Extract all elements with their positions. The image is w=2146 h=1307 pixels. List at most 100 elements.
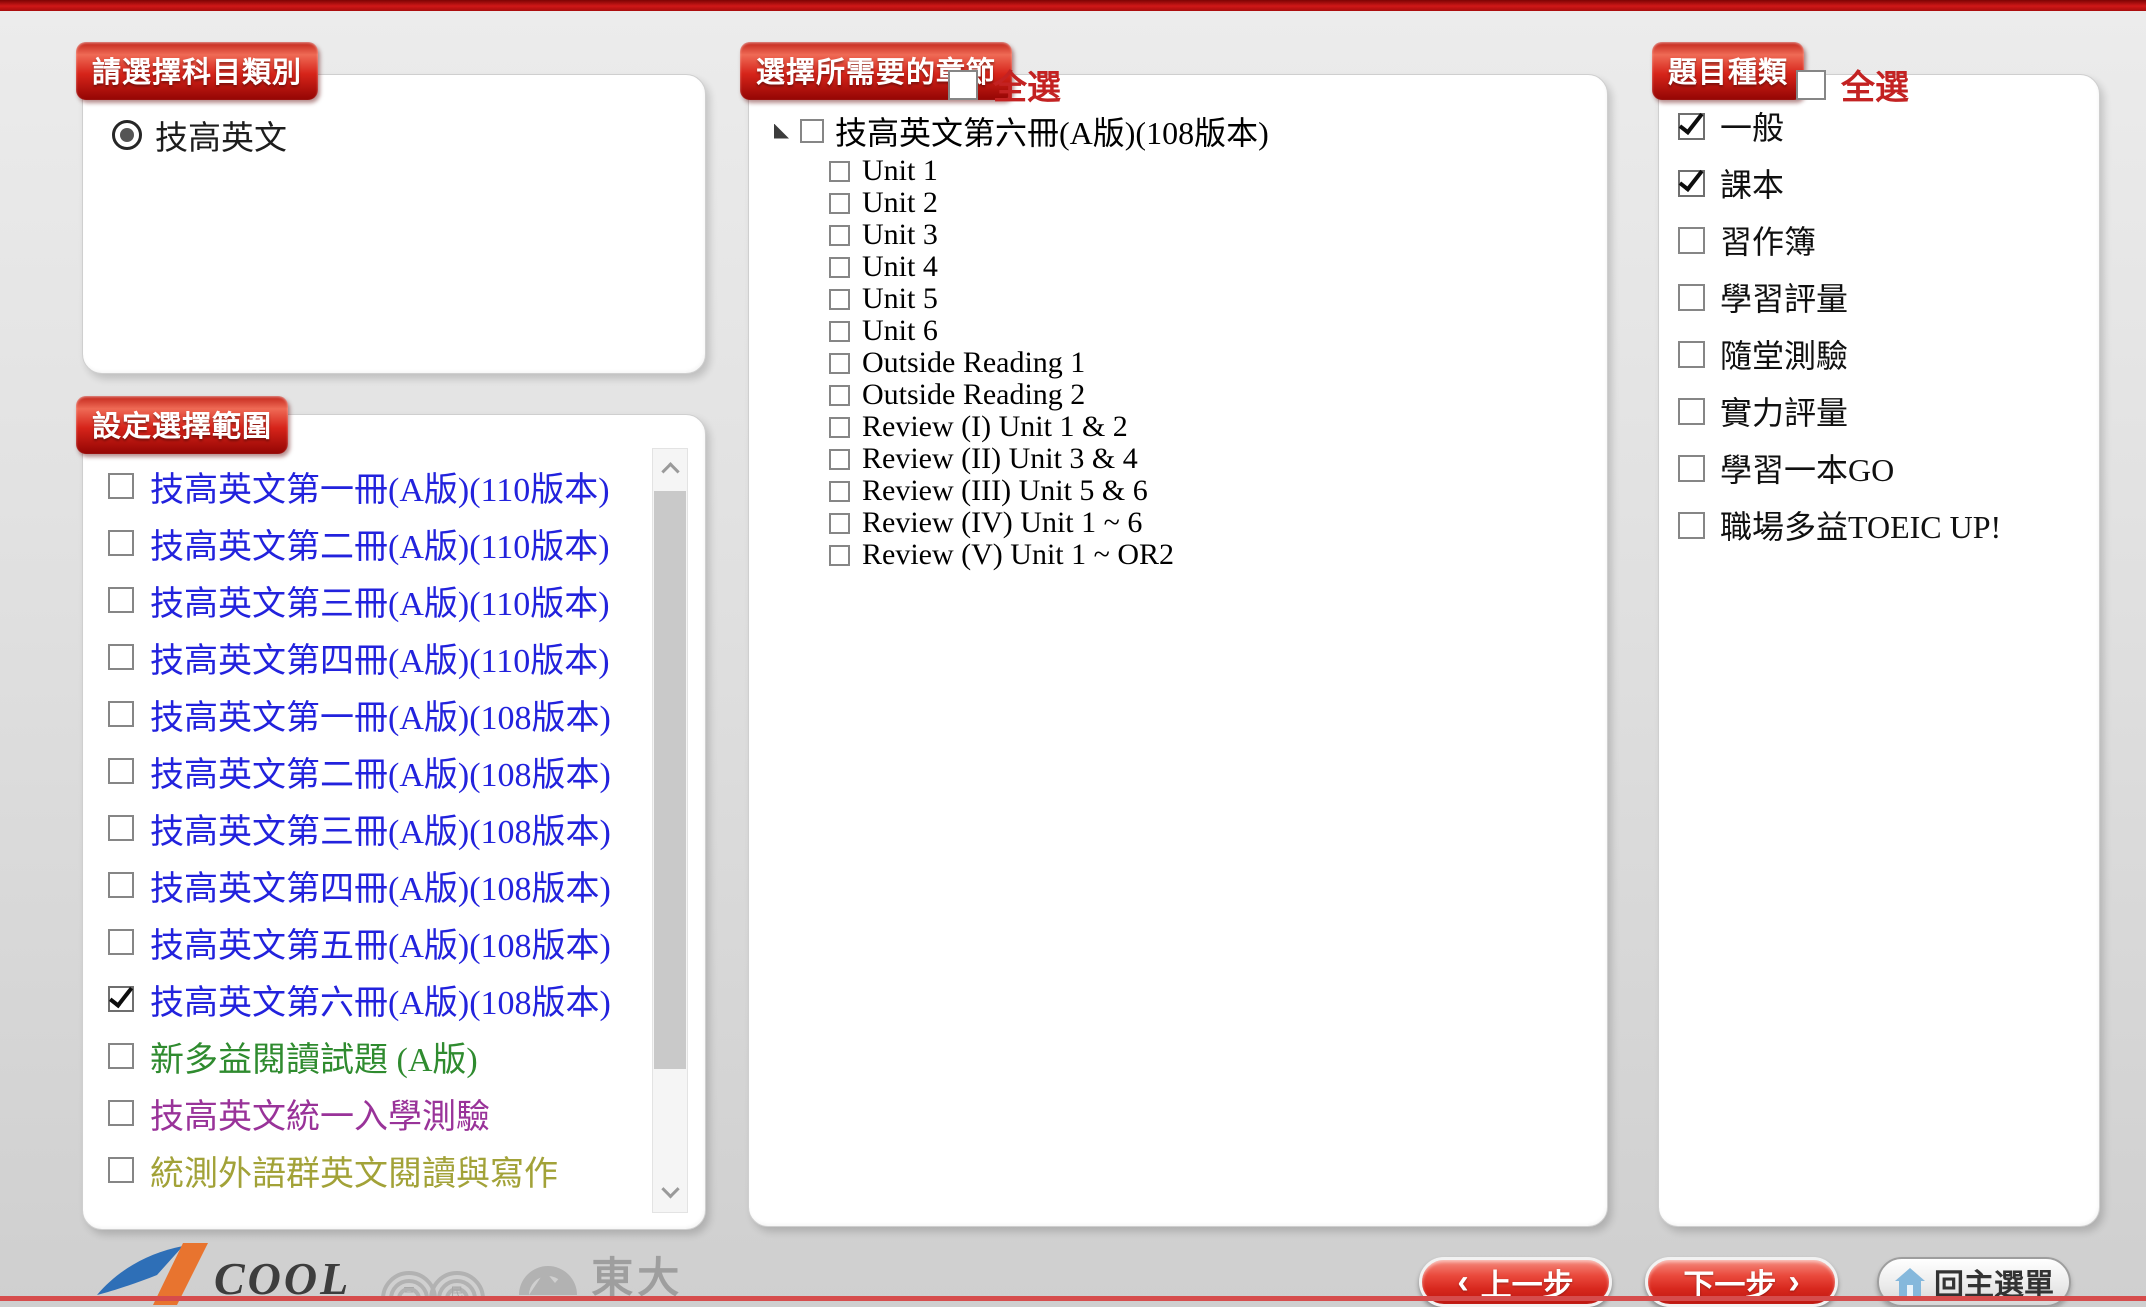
range-item-checkbox[interactable] xyxy=(108,929,134,955)
chapter-item-label: Unit 5 xyxy=(862,282,938,316)
chapter-root-checkbox[interactable] xyxy=(800,119,824,143)
range-item[interactable]: 技高英文統一入學測驗 xyxy=(108,1093,611,1133)
range-item-checkbox[interactable] xyxy=(108,758,134,784)
range-item[interactable]: 統測外語群英文閱讀與寫作 xyxy=(108,1150,611,1190)
chapter-item-checkbox[interactable] xyxy=(829,545,850,566)
dongda-logo-icon xyxy=(515,1249,581,1299)
range-item[interactable]: 技高英文第二冊(A版)(108版本) xyxy=(108,751,611,791)
range-item[interactable]: 技高英文第六冊(A版)(108版本) xyxy=(108,979,611,1019)
chapter-item-label: Review (V) Unit 1 ~ OR2 xyxy=(862,538,1174,572)
chapter-item[interactable]: Review (III) Unit 5 & 6 xyxy=(829,475,1269,507)
chapter-item-checkbox[interactable] xyxy=(829,289,850,310)
type-item[interactable]: 學習一本GO xyxy=(1678,448,2001,488)
type-item[interactable]: 隨堂測驗 xyxy=(1678,334,2001,374)
range-item-checkbox[interactable] xyxy=(108,872,134,898)
types-select-all[interactable]: 全選 xyxy=(1796,60,1909,109)
chapter-item[interactable]: Outside Reading 2 xyxy=(829,379,1269,411)
type-item[interactable]: 實力評量 xyxy=(1678,391,2001,431)
type-item[interactable]: 學習評量 xyxy=(1678,277,2001,317)
range-item-checkbox[interactable] xyxy=(108,473,134,499)
types-select-all-checkbox[interactable] xyxy=(1796,70,1826,100)
chapter-item[interactable]: Review (I) Unit 1 & 2 xyxy=(829,411,1269,443)
chapter-select-all-checkbox[interactable] xyxy=(948,70,978,100)
range-item-checkbox[interactable] xyxy=(108,1043,134,1069)
range-item-checkbox[interactable] xyxy=(108,644,134,670)
chapter-item[interactable]: Unit 2 xyxy=(829,187,1269,219)
chapter-item-checkbox[interactable] xyxy=(829,353,850,374)
subject-radio[interactable] xyxy=(112,120,142,150)
type-item[interactable]: 一般 xyxy=(1678,106,2001,146)
range-item[interactable]: 技高英文第二冊(A版)(110版本) xyxy=(108,523,611,563)
chapter-item-checkbox[interactable] xyxy=(829,449,850,470)
range-item-checkbox[interactable] xyxy=(108,986,134,1012)
type-item-checkbox[interactable] xyxy=(1678,284,1705,311)
type-item-checkbox[interactable] xyxy=(1678,227,1705,254)
range-item[interactable]: 技高英文第三冊(A版)(110版本) xyxy=(108,580,611,620)
chapter-item-checkbox[interactable] xyxy=(829,417,850,438)
type-item[interactable]: 習作簿 xyxy=(1678,220,2001,260)
range-item-checkbox[interactable] xyxy=(108,530,134,556)
scrollbar-up-button[interactable] xyxy=(653,449,687,487)
subject-panel-header: 請選擇科目類別 xyxy=(76,42,318,100)
chapter-item-checkbox[interactable] xyxy=(829,481,850,502)
scrollbar-thumb[interactable] xyxy=(654,491,686,1069)
range-item[interactable]: 新多益閱讀試題 (A版) xyxy=(108,1036,611,1076)
chapter-item-checkbox[interactable] xyxy=(829,385,850,406)
type-item-checkbox[interactable] xyxy=(1678,398,1705,425)
chapter-item-label: Unit 1 xyxy=(862,154,938,188)
chapter-select-all-label: 全選 xyxy=(993,60,1061,109)
chapter-tree-root[interactable]: 技高英文第六冊(A版)(108版本) xyxy=(774,112,1269,150)
type-item-label: 實力評量 xyxy=(1720,388,1848,434)
chapter-item-label: Unit 6 xyxy=(862,314,938,348)
chapter-item[interactable]: Unit 5 xyxy=(829,283,1269,315)
chapter-item[interactable]: Unit 1 xyxy=(829,155,1269,187)
range-panel-header: 設定選擇範圍 xyxy=(76,396,288,454)
range-item[interactable]: 技高英文第一冊(A版)(108版本) xyxy=(108,694,611,734)
type-item[interactable]: 課本 xyxy=(1678,163,2001,203)
tree-expanded-icon[interactable] xyxy=(774,124,789,139)
range-item-label: 統測外語群英文閱讀與寫作 xyxy=(150,1146,558,1195)
chapter-item[interactable]: Unit 3 xyxy=(829,219,1269,251)
range-item-checkbox[interactable] xyxy=(108,1157,134,1183)
range-item-label: 技高英文第四冊(A版)(108版本) xyxy=(150,861,611,910)
type-item-checkbox[interactable] xyxy=(1678,341,1705,368)
range-item-checkbox[interactable] xyxy=(108,701,134,727)
chapter-item[interactable]: Outside Reading 1 xyxy=(829,347,1269,379)
chapter-item[interactable]: Review (V) Unit 1 ~ OR2 xyxy=(829,539,1269,571)
chapter-item[interactable]: Unit 4 xyxy=(829,251,1269,283)
range-item-checkbox[interactable] xyxy=(108,587,134,613)
chapter-item[interactable]: Unit 6 xyxy=(829,315,1269,347)
range-item[interactable]: 技高英文第一冊(A版)(110版本) xyxy=(108,466,611,506)
chapter-item-checkbox[interactable] xyxy=(829,225,850,246)
range-item[interactable]: 技高英文第三冊(A版)(108版本) xyxy=(108,808,611,848)
chevron-up-icon xyxy=(661,462,679,480)
type-item-checkbox[interactable] xyxy=(1678,113,1705,140)
chapter-item-checkbox[interactable] xyxy=(829,321,850,342)
subject-option[interactable]: 技高英文 xyxy=(112,111,287,159)
chapter-item-checkbox[interactable] xyxy=(829,193,850,214)
range-item-label: 技高英文第三冊(A版)(110版本) xyxy=(150,576,610,625)
range-scrollbar[interactable] xyxy=(652,448,688,1213)
chapter-item-checkbox[interactable] xyxy=(829,513,850,534)
chapter-item[interactable]: Review (IV) Unit 1 ~ 6 xyxy=(829,507,1269,539)
range-item[interactable]: 技高英文第四冊(A版)(108版本) xyxy=(108,865,611,905)
type-item-label: 習作簿 xyxy=(1720,217,1816,263)
range-item-label: 技高英文第五冊(A版)(108版本) xyxy=(150,918,611,967)
range-item[interactable]: 技高英文第五冊(A版)(108版本) xyxy=(108,922,611,962)
range-item-checkbox[interactable] xyxy=(108,815,134,841)
chapter-item-checkbox[interactable] xyxy=(829,161,850,182)
subject-radio-label: 技高英文 xyxy=(155,111,287,159)
chapter-item[interactable]: Review (II) Unit 3 & 4 xyxy=(829,443,1269,475)
chapter-select-all[interactable]: 全選 xyxy=(948,60,1061,109)
type-item-checkbox[interactable] xyxy=(1678,455,1705,482)
range-item[interactable]: 技高英文第四冊(A版)(110版本) xyxy=(108,637,611,677)
scrollbar-down-button[interactable] xyxy=(653,1174,687,1212)
type-item-checkbox[interactable] xyxy=(1678,512,1705,539)
types-panel-header: 題目種類 xyxy=(1652,42,1804,100)
bottom-red-line xyxy=(0,1296,2146,1301)
type-item[interactable]: 職場多益TOEIC UP! xyxy=(1678,505,2001,545)
chapter-item-checkbox[interactable] xyxy=(829,257,850,278)
type-item-checkbox[interactable] xyxy=(1678,170,1705,197)
range-item-checkbox[interactable] xyxy=(108,1100,134,1126)
top-red-bar xyxy=(0,0,2146,11)
